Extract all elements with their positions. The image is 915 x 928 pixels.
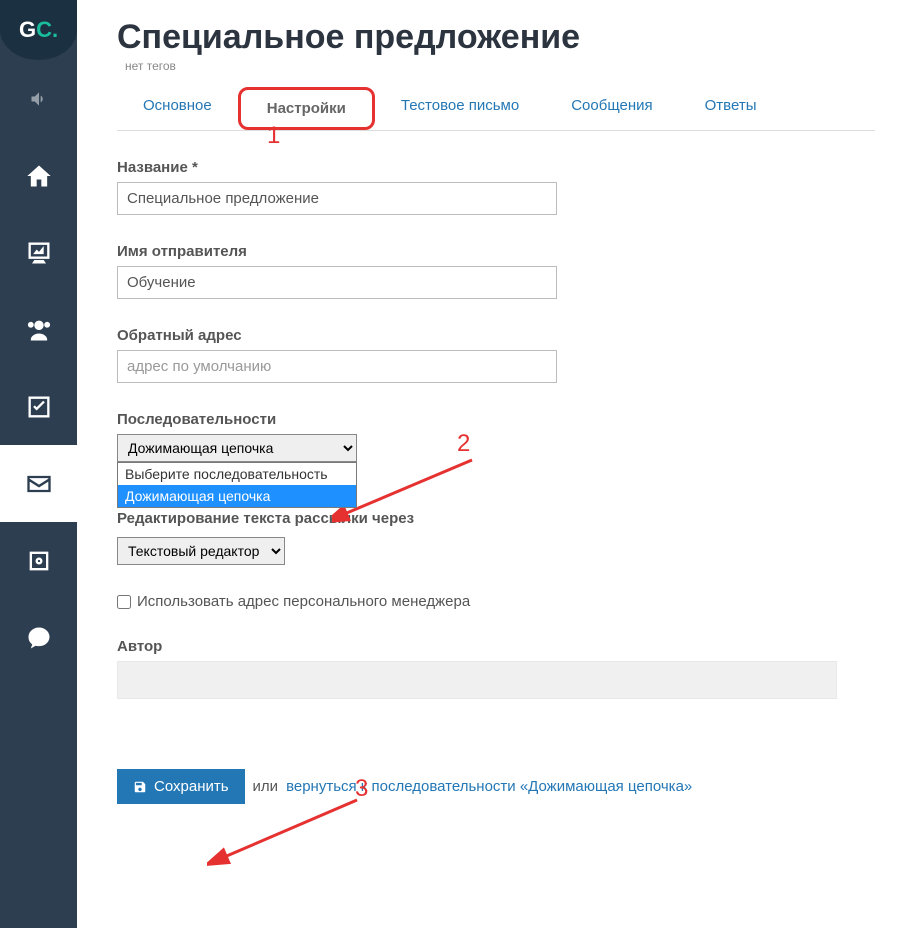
tab-settings[interactable]: Настройки: [238, 87, 375, 130]
use-manager-label: Использовать адрес персонального менедже…: [137, 593, 470, 610]
nav-safe[interactable]: [0, 522, 77, 599]
author-box[interactable]: [117, 661, 837, 699]
logo[interactable]: GC.: [0, 0, 77, 60]
chart-icon: [25, 239, 53, 267]
nav-check[interactable]: [0, 368, 77, 445]
nav-users[interactable]: [0, 291, 77, 368]
or-text: или: [253, 778, 279, 795]
mail-icon: [25, 470, 53, 498]
nav-chat[interactable]: [0, 599, 77, 676]
use-manager-checkbox[interactable]: [117, 595, 131, 609]
sidebar: GC.: [0, 0, 77, 928]
save-icon: [133, 780, 147, 794]
sequences-label: Последовательности: [117, 411, 875, 428]
nav-sound[interactable]: [0, 60, 77, 137]
page-title: Специальное предложение: [117, 18, 875, 57]
save-button[interactable]: Сохранить: [117, 769, 245, 804]
logo-g: G: [19, 17, 36, 43]
users-icon: [25, 316, 53, 344]
seq-option-chain[interactable]: Дожимающая цепочка: [118, 485, 356, 507]
main-content: Специальное предложение нет тегов Основн…: [77, 0, 915, 928]
author-label: Автор: [117, 638, 875, 655]
nav-mail[interactable]: [0, 445, 77, 522]
name-input[interactable]: [117, 182, 557, 215]
chat-icon: [25, 624, 53, 652]
name-label: Название *: [117, 159, 875, 176]
reply-input[interactable]: [117, 350, 557, 383]
tab-test-letter[interactable]: Тестовое письмо: [375, 87, 545, 130]
tabs: Основное Настройки Тестовое письмо Сообщ…: [117, 87, 875, 131]
check-icon: [25, 393, 53, 421]
save-button-label: Сохранить: [154, 778, 229, 795]
logo-c: C.: [36, 17, 58, 43]
seq-option-placeholder[interactable]: Выберите последовательность: [118, 463, 356, 485]
tab-messages[interactable]: Сообщения: [545, 87, 678, 130]
sound-icon: [29, 89, 49, 109]
tags-note: нет тегов: [125, 59, 875, 73]
nav-home[interactable]: [0, 137, 77, 214]
sender-input[interactable]: [117, 266, 557, 299]
nav-chart[interactable]: [0, 214, 77, 291]
tab-main[interactable]: Основное: [117, 87, 238, 130]
reply-label: Обратный адрес: [117, 327, 875, 344]
back-link[interactable]: вернуться к последовательности «Дожимающ…: [286, 778, 692, 795]
home-icon: [25, 162, 53, 190]
editor-label: Редактирование текста рассылки через: [117, 510, 875, 527]
editor-select[interactable]: Текстовый редактор: [117, 537, 285, 565]
tab-answers[interactable]: Ответы: [679, 87, 783, 130]
sequences-select[interactable]: Дожимающая цепочка: [117, 434, 357, 462]
safe-icon: [25, 547, 53, 575]
sender-label: Имя отправителя: [117, 243, 875, 260]
